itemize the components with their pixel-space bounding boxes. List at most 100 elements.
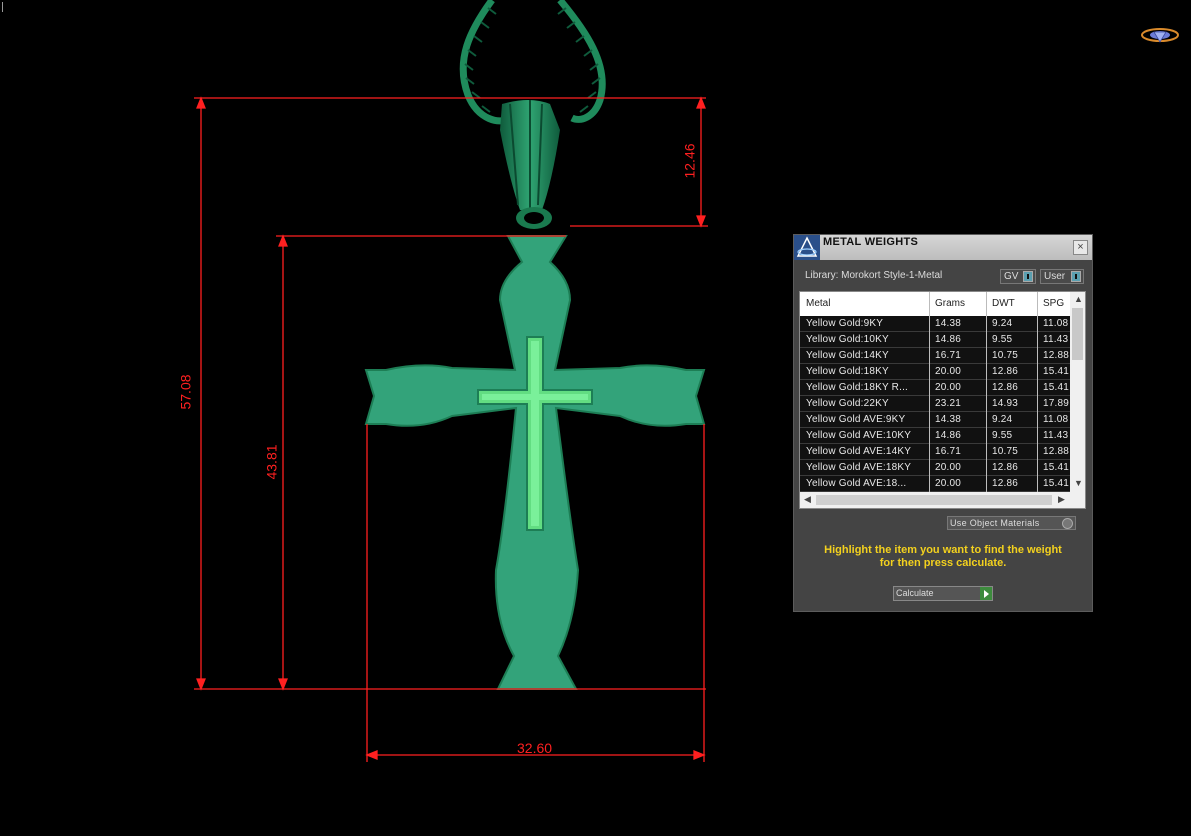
cell-grams: 16.71: [935, 350, 962, 361]
metal-weights-panel: METAL WEIGHTS × Library: Morokort Style-…: [793, 234, 1093, 612]
cell-metal: Yellow Gold AVE:18KY: [806, 462, 912, 473]
horizontal-scroll-thumb[interactable]: [816, 495, 1052, 505]
dimension-cross-height: 43.81: [263, 444, 280, 480]
library-label: Library: Morokort Style-1-Metal: [805, 270, 943, 281]
bail: [500, 100, 560, 229]
cell-spg: 11.43: [1043, 430, 1069, 441]
user-toggle-label: User: [1044, 271, 1066, 282]
vertical-scrollbar[interactable]: ▲ ▼: [1070, 292, 1085, 492]
cell-metal: Yellow Gold AVE:9KY: [806, 414, 906, 425]
dimension-lines: [194, 96, 708, 762]
scroll-left-icon[interactable]: ◀: [804, 494, 811, 505]
cell-grams: 20.00: [935, 382, 962, 393]
dimension-total-height: 57.08: [177, 374, 194, 410]
calculate-label: Calculate: [896, 588, 934, 598]
cell-dwt: 12.86: [992, 462, 1019, 473]
use-object-materials-label: Use Object Materials: [950, 518, 1040, 528]
use-object-materials-dropdown[interactable]: Use Object Materials: [947, 516, 1076, 530]
cell-metal: Yellow Gold AVE:14KY: [806, 446, 912, 457]
table-row[interactable]: Yellow Gold AVE:9KY 14.38 9.24 11.08: [800, 412, 1070, 428]
cell-spg: 12.88: [1043, 446, 1070, 457]
table-row[interactable]: Yellow Gold:9KY 14.38 9.24 11.08: [800, 316, 1070, 332]
table-row[interactable]: Yellow Gold AVE:18... 20.00 12.86 15.41: [800, 476, 1070, 492]
cell-metal: Yellow Gold:9KY: [806, 318, 884, 329]
panel-title-bar[interactable]: METAL WEIGHTS ×: [794, 235, 1092, 260]
brand-logo-icon: [1141, 28, 1179, 43]
column-header-metal[interactable]: Metal: [806, 298, 830, 309]
cell-metal: Yellow Gold:18KY: [806, 366, 889, 377]
panel-title: METAL WEIGHTS: [823, 236, 919, 248]
table-row[interactable]: Yellow Gold:14KY 16.71 10.75 12.88: [800, 348, 1070, 364]
user-toggle[interactable]: User: [1040, 269, 1084, 284]
dimension-width: 32.60: [517, 740, 553, 756]
cell-dwt: 9.55: [992, 334, 1013, 345]
column-header-spg[interactable]: SPG: [1043, 298, 1064, 309]
toggle-knob-icon: [1071, 271, 1081, 282]
scroll-up-icon[interactable]: ▲: [1074, 294, 1083, 304]
table-row[interactable]: Yellow Gold:10KY 14.86 9.55 11.43: [800, 332, 1070, 348]
app-logo-icon: [794, 235, 820, 260]
cell-dwt: 12.86: [992, 478, 1019, 489]
metal-weights-table[interactable]: Metal Grams DWT SPG Yellow Gold:9KY 14.38…: [799, 291, 1086, 509]
column-header-grams[interactable]: Grams: [935, 298, 965, 309]
cell-grams: 23.21: [935, 398, 962, 409]
cell-spg: 17.89: [1043, 398, 1070, 409]
cell-grams: 20.00: [935, 478, 962, 489]
cell-grams: 14.38: [935, 414, 962, 425]
cell-dwt: 14.93: [992, 398, 1019, 409]
table-row[interactable]: Yellow Gold:22KY 23.21 14.93 17.89: [800, 396, 1070, 412]
cell-metal: Yellow Gold AVE:18...: [806, 478, 907, 489]
cell-dwt: 12.86: [992, 382, 1019, 393]
gv-toggle-label: GV: [1004, 271, 1019, 282]
play-icon: [980, 587, 992, 600]
cell-spg: 11.08: [1043, 318, 1069, 329]
viewport-corner-mark: [2, 2, 9, 12]
cell-grams: 20.00: [935, 366, 962, 377]
column-header-dwt[interactable]: DWT: [992, 298, 1015, 309]
instruction-text: Highlight the item you want to find the …: [804, 544, 1082, 570]
cell-grams: 14.38: [935, 318, 962, 329]
cell-grams: 16.71: [935, 446, 962, 457]
horizontal-scrollbar[interactable]: ◀ ▶: [800, 492, 1085, 508]
cell-metal: Yellow Gold:10KY: [806, 334, 889, 345]
table-row[interactable]: Yellow Gold AVE:14KY 16.71 10.75 12.88: [800, 444, 1070, 460]
toggle-knob-icon: [1023, 271, 1033, 282]
calculate-button[interactable]: Calculate: [893, 586, 993, 601]
cell-grams: 20.00: [935, 462, 962, 473]
cell-spg: 15.41: [1043, 462, 1070, 473]
table-row[interactable]: Yellow Gold AVE:10KY 14.86 9.55 11.43: [800, 428, 1070, 444]
table-header: Metal Grams DWT SPG: [800, 292, 1070, 316]
table-row[interactable]: Yellow Gold:18KY R... 20.00 12.86 15.41: [800, 380, 1070, 396]
close-icon[interactable]: ×: [1073, 240, 1088, 255]
vertical-scroll-thumb[interactable]: [1072, 308, 1083, 360]
cell-metal: Yellow Gold AVE:10KY: [806, 430, 912, 441]
cell-grams: 14.86: [935, 430, 962, 441]
cell-metal: Yellow Gold:18KY R...: [806, 382, 909, 393]
cell-spg: 12.88: [1043, 350, 1070, 361]
cross-body: [364, 235, 706, 690]
cell-spg: 11.08: [1043, 414, 1069, 425]
table-row[interactable]: Yellow Gold:18KY 20.00 12.86 15.41: [800, 364, 1070, 380]
cell-spg: 15.41: [1043, 478, 1070, 489]
cell-spg: 11.43: [1043, 334, 1069, 345]
cell-metal: Yellow Gold:22KY: [806, 398, 889, 409]
table-rows: Yellow Gold:9KY 14.38 9.24 11.08 Yellow Gold…: [800, 316, 1070, 492]
instruction-line-2: for then press calculate.: [879, 557, 1007, 569]
cell-dwt: 10.75: [992, 446, 1019, 457]
cell-dwt: 9.24: [992, 318, 1013, 329]
cell-dwt: 9.24: [992, 414, 1013, 425]
dimension-bail-height: 12.46: [681, 143, 698, 179]
cell-dwt: 10.75: [992, 350, 1019, 361]
cell-spg: 15.41: [1043, 366, 1070, 377]
cell-dwt: 12.86: [992, 366, 1019, 377]
cell-grams: 14.86: [935, 334, 962, 345]
dropdown-icon: [1062, 518, 1073, 529]
table-row[interactable]: Yellow Gold AVE:18KY 20.00 12.86 15.41: [800, 460, 1070, 476]
scroll-right-icon[interactable]: ▶: [1058, 494, 1065, 505]
gv-toggle[interactable]: GV: [1000, 269, 1036, 284]
cell-metal: Yellow Gold:14KY: [806, 350, 889, 361]
instruction-line-1: Highlight the item you want to find the …: [824, 544, 1062, 556]
cell-spg: 15.41: [1043, 382, 1070, 393]
scroll-down-icon[interactable]: ▼: [1074, 478, 1083, 488]
cell-dwt: 9.55: [992, 430, 1013, 441]
